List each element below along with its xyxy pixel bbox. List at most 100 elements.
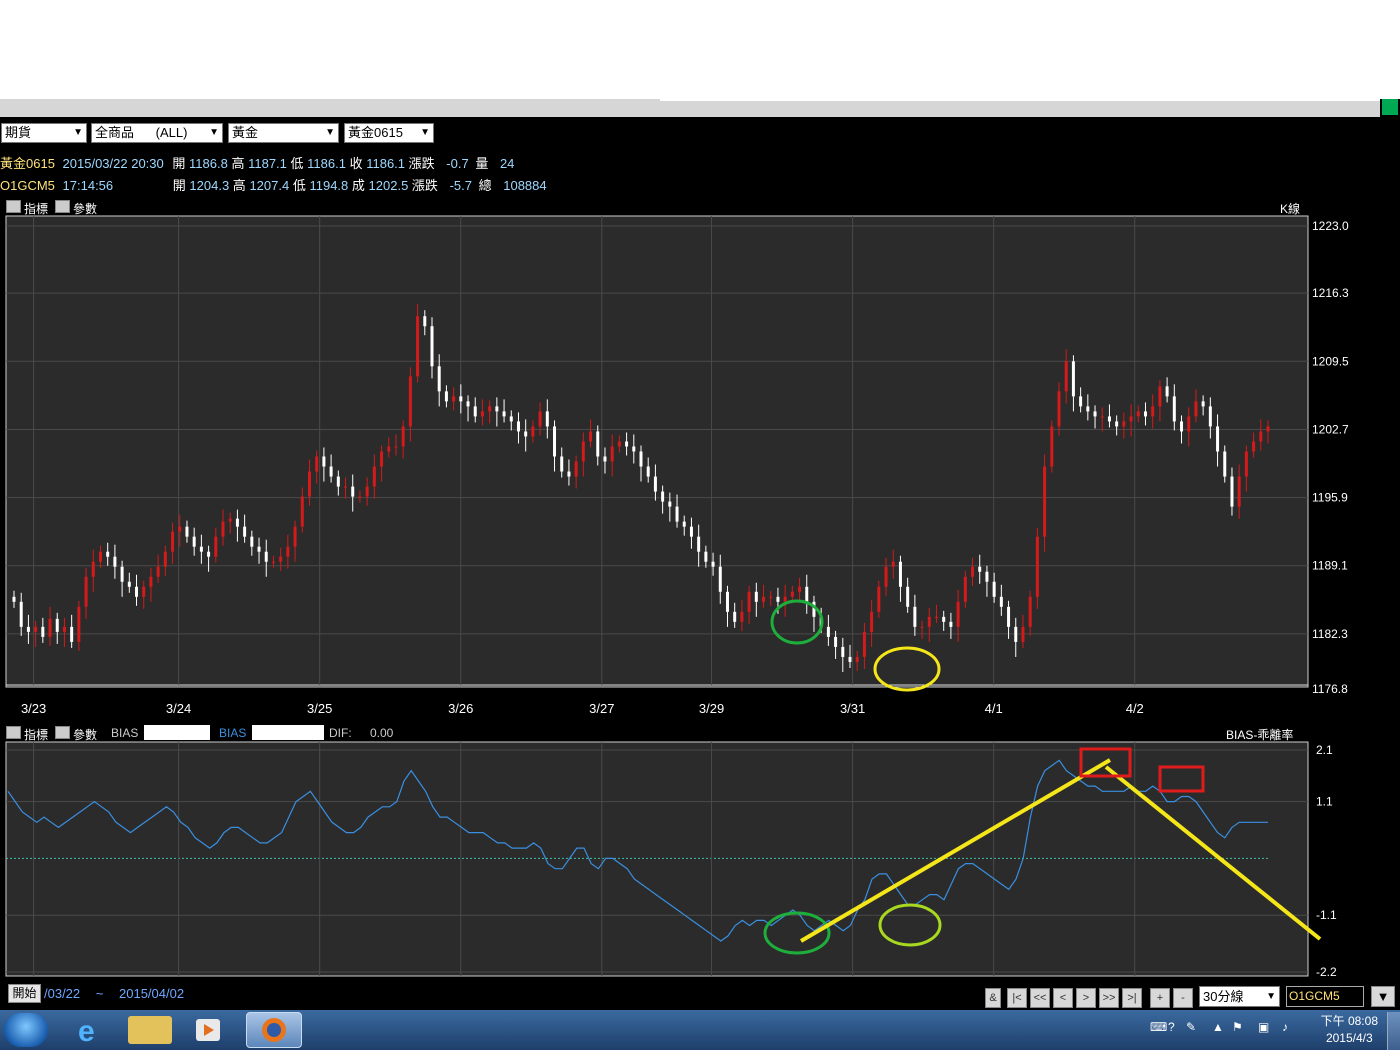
candle-body — [480, 411, 484, 417]
candle-body — [336, 476, 340, 487]
zoom-out-button[interactable]: - — [1173, 988, 1193, 1008]
candle-body — [1107, 416, 1111, 422]
candle-body — [62, 626, 66, 632]
candle-body — [632, 446, 636, 452]
candle-body — [401, 426, 405, 447]
candle-body — [26, 626, 30, 632]
candle-body — [1259, 431, 1263, 442]
candle-body — [978, 566, 982, 572]
show-desktop-button[interactable] — [1387, 1012, 1400, 1050]
candle-body — [12, 596, 16, 602]
media-player-icon[interactable] — [186, 1016, 230, 1044]
candle-body — [704, 551, 708, 562]
firefox-taskbar-button[interactable] — [246, 1012, 302, 1048]
first-button[interactable]: |< — [1007, 988, 1027, 1008]
candle-body — [41, 626, 45, 637]
candle-body — [120, 566, 124, 582]
candle-body — [98, 551, 102, 562]
keyboard-icon[interactable]: ⌨ — [1150, 1020, 1167, 1034]
file-explorer-icon[interactable] — [128, 1016, 172, 1044]
price-tick-label: 1202.7 — [1312, 422, 1349, 436]
windows-start-icon[interactable] — [4, 1013, 48, 1047]
candle-body — [77, 606, 81, 642]
date-tick-label: 3/25 — [307, 701, 332, 716]
candle-body — [682, 521, 686, 527]
candle-body — [1143, 411, 1147, 417]
candle-body — [545, 411, 549, 427]
candle-body — [271, 561, 275, 563]
candle-body — [488, 406, 492, 412]
candle-body — [870, 611, 874, 632]
prev-page-button[interactable]: << — [1030, 988, 1050, 1008]
flag-icon[interactable]: ⚑ — [1232, 1020, 1243, 1034]
date-tick-label: 3/26 — [448, 701, 473, 716]
candle-body — [560, 456, 564, 472]
candle-body — [1122, 421, 1126, 427]
candle-body — [934, 616, 938, 618]
last-button[interactable]: >| — [1122, 988, 1142, 1008]
candle-body — [1187, 416, 1191, 432]
price-tick-label: 1209.5 — [1312, 354, 1349, 368]
candle-body — [495, 406, 499, 412]
candle-body — [1043, 466, 1047, 537]
network-icon[interactable]: ▣ — [1258, 1020, 1269, 1034]
candle-body — [524, 431, 528, 437]
candle-body — [898, 561, 902, 587]
symbol-input[interactable]: O1GCM5 — [1286, 986, 1364, 1007]
candle-body — [971, 566, 975, 577]
candle-body — [1151, 406, 1155, 417]
candle-body — [553, 426, 557, 457]
price-y-ticks: 1223.0 1216.3 1209.5 1202.7 1195.9 1189.1 1182… — [1312, 219, 1349, 696]
candle-body — [1230, 476, 1234, 507]
candle-body — [661, 491, 665, 502]
candle-body — [596, 431, 600, 457]
date-tick-label: 4/1 — [985, 701, 1003, 716]
dropdown-button[interactable]: ▼ — [1371, 986, 1395, 1007]
candle-body — [473, 406, 477, 417]
candle-body — [1208, 406, 1212, 427]
candle-body — [221, 521, 225, 537]
amp-button[interactable]: & — [985, 988, 1001, 1008]
candle-body — [725, 591, 729, 612]
candle-body — [891, 561, 895, 567]
candle-body — [459, 396, 463, 402]
candle-body — [1014, 626, 1018, 642]
start-button[interactable]: 開始 — [8, 984, 41, 1003]
taskbar-clock[interactable]: 下午 08:08 2015/4/3 — [1321, 1013, 1378, 1047]
candle-body — [70, 626, 74, 642]
candle-body — [1172, 396, 1176, 422]
zoom-in-button[interactable]: + — [1150, 988, 1170, 1008]
candle-body — [163, 551, 167, 567]
date-tick-label: 4/2 — [1126, 701, 1144, 716]
help-icon[interactable]: ? — [1168, 1020, 1175, 1034]
range-start: /03/22 — [44, 986, 81, 1001]
candle-body — [250, 536, 254, 547]
prev-button[interactable]: < — [1053, 988, 1073, 1008]
candle-body — [1194, 401, 1198, 417]
candle-body — [315, 456, 319, 472]
next-button[interactable]: > — [1076, 988, 1096, 1008]
candle-body — [646, 466, 650, 477]
candle-body — [834, 636, 838, 647]
candle-body — [841, 646, 845, 657]
candle-body — [192, 536, 196, 547]
candle-body — [769, 596, 773, 598]
candle-body — [149, 576, 153, 587]
period-select[interactable]: 30分線 ▼ — [1199, 986, 1280, 1007]
candle-body — [1244, 451, 1248, 477]
price-tick-label: 1216.3 — [1312, 286, 1349, 300]
candle-body — [920, 626, 924, 628]
chart-area[interactable]: 1223.0 1216.3 1209.5 1202.7 1195.9 1189.1 1182… — [0, 99, 1400, 1010]
candle-body — [19, 601, 23, 627]
candle-body — [999, 596, 1003, 607]
language-icon[interactable]: ✎ — [1186, 1020, 1196, 1034]
volume-icon[interactable]: ♪ — [1282, 1020, 1288, 1034]
candle-body — [178, 526, 182, 532]
candle-body — [416, 316, 420, 377]
candle-body — [877, 586, 881, 612]
candle-body — [444, 391, 448, 402]
candle-body — [1028, 596, 1032, 627]
next-page-button[interactable]: >> — [1099, 988, 1119, 1008]
internet-explorer-icon[interactable]: e — [68, 1015, 112, 1048]
show-hidden-icon[interactable]: ▲ — [1212, 1020, 1224, 1034]
